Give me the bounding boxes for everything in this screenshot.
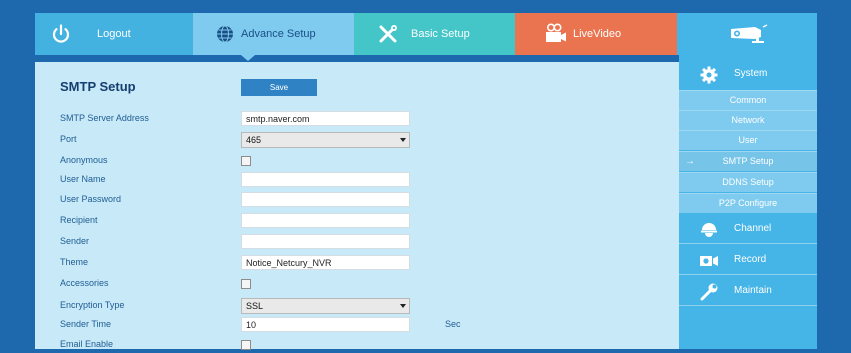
accessories-checkbox[interactable] [241, 279, 251, 289]
password-input[interactable] [241, 192, 410, 207]
smtp-setup-label: SMTP Setup [722, 156, 774, 166]
encryption-label: Encryption Type [60, 300, 125, 310]
content-panel: SMTP Setup Save SMTP Server Address smtp… [35, 62, 679, 350]
username-row: User Name [60, 172, 660, 188]
sidebar-item-channel[interactable]: Channel [679, 215, 817, 243]
anonymous-row: Anonymous [60, 153, 660, 169]
sidebar-item-smtp-setup[interactable]: → SMTP Setup [679, 151, 817, 171]
sender-time-label: Sender Time [60, 319, 112, 329]
username-input[interactable] [241, 172, 410, 187]
globe-icon [213, 22, 237, 46]
email-enable-row: Email Enable [60, 337, 660, 353]
sender-time-unit: Sec [445, 319, 461, 329]
sidebar-item-system[interactable]: System [679, 60, 817, 88]
sender-row: Sender [60, 234, 660, 250]
email-enable-label: Email Enable [60, 339, 114, 349]
encryption-row: Encryption Type SSL [60, 298, 660, 314]
divider [679, 305, 817, 306]
dropdown-arrow-icon [399, 301, 407, 311]
dome-camera-icon [698, 221, 720, 239]
accessories-label: Accessories [60, 278, 109, 288]
cctv-camera-icon [725, 23, 769, 45]
password-row: User Password [60, 192, 660, 208]
password-label: User Password [60, 194, 122, 204]
anonymous-checkbox[interactable] [241, 156, 251, 166]
sidebar-item-user[interactable]: User [679, 130, 817, 150]
record-label: Record [734, 254, 767, 265]
sidebar-item-network[interactable]: Network [679, 110, 817, 130]
top-navigation: Logout Advance Setup Basic Setup LiveVid… [35, 13, 817, 55]
maintain-label: Maintain [734, 285, 772, 296]
dropdown-arrow-icon [399, 135, 407, 145]
tools-icon [376, 22, 400, 46]
gear-icon [698, 66, 720, 84]
sidebar-item-ddns-setup[interactable]: DDNS Setup [679, 172, 817, 192]
sidebar-item-common[interactable]: Common [679, 90, 817, 110]
port-row: Port 465 [60, 132, 660, 148]
channel-label: Channel [734, 223, 772, 234]
theme-row: Theme Notice_Netcury_NVR [60, 255, 660, 271]
logout-tab[interactable]: Logout [35, 13, 193, 55]
anonymous-label: Anonymous [60, 155, 108, 165]
sender-input[interactable] [241, 234, 410, 249]
recipient-label: Recipient [60, 215, 98, 225]
video-camera-icon [543, 22, 567, 46]
live-video-tab[interactable]: LiveVideo [515, 13, 677, 55]
port-select[interactable]: 465 [241, 132, 410, 148]
sidebar-item-record[interactable]: Record [679, 246, 817, 274]
power-icon [49, 22, 73, 46]
sender-label: Sender [60, 236, 90, 246]
page-title: SMTP Setup [60, 79, 136, 94]
save-button[interactable]: Save [241, 79, 317, 96]
recipient-input[interactable] [241, 213, 410, 228]
basic-setup-tab[interactable]: Basic Setup [354, 13, 515, 55]
username-label: User Name [60, 174, 106, 184]
theme-label: Theme [60, 257, 89, 267]
system-label: System [734, 68, 768, 79]
recipient-row: Recipient [60, 213, 660, 229]
brand-logo [677, 13, 817, 55]
advance-setup-label: Advance Setup [241, 28, 316, 40]
encryption-select[interactable]: SSL [241, 298, 410, 314]
divider [679, 274, 817, 275]
active-tab-indicator [241, 55, 255, 61]
encryption-value: SSL [246, 301, 264, 311]
sidebar: System Common Network User → SMTP Setup … [679, 55, 817, 349]
sender-time-input[interactable]: 10 [241, 317, 410, 332]
smtp-server-label: SMTP Server Address [60, 113, 149, 123]
divider [679, 243, 817, 244]
theme-input[interactable]: Notice_Netcury_NVR [241, 255, 410, 270]
smtp-server-input[interactable]: smtp.naver.com [241, 111, 410, 126]
record-camera-icon [698, 252, 720, 270]
live-video-label: LiveVideo [573, 28, 622, 40]
sender-time-row: Sender Time 10 Sec [60, 317, 660, 333]
arrow-right-icon: → [685, 156, 695, 167]
accessories-row: Accessories [60, 276, 660, 292]
advance-setup-tab[interactable]: Advance Setup [193, 13, 354, 55]
smtp-server-row: SMTP Server Address smtp.naver.com [60, 111, 660, 127]
sidebar-item-p2p-configure[interactable]: P2P Configure [679, 193, 817, 213]
sidebar-item-maintain[interactable]: Maintain [679, 277, 817, 305]
port-label: Port [60, 134, 77, 144]
wrench-icon [698, 283, 720, 301]
port-value: 465 [246, 135, 262, 145]
logout-label: Logout [97, 28, 131, 40]
basic-setup-label: Basic Setup [411, 28, 470, 40]
